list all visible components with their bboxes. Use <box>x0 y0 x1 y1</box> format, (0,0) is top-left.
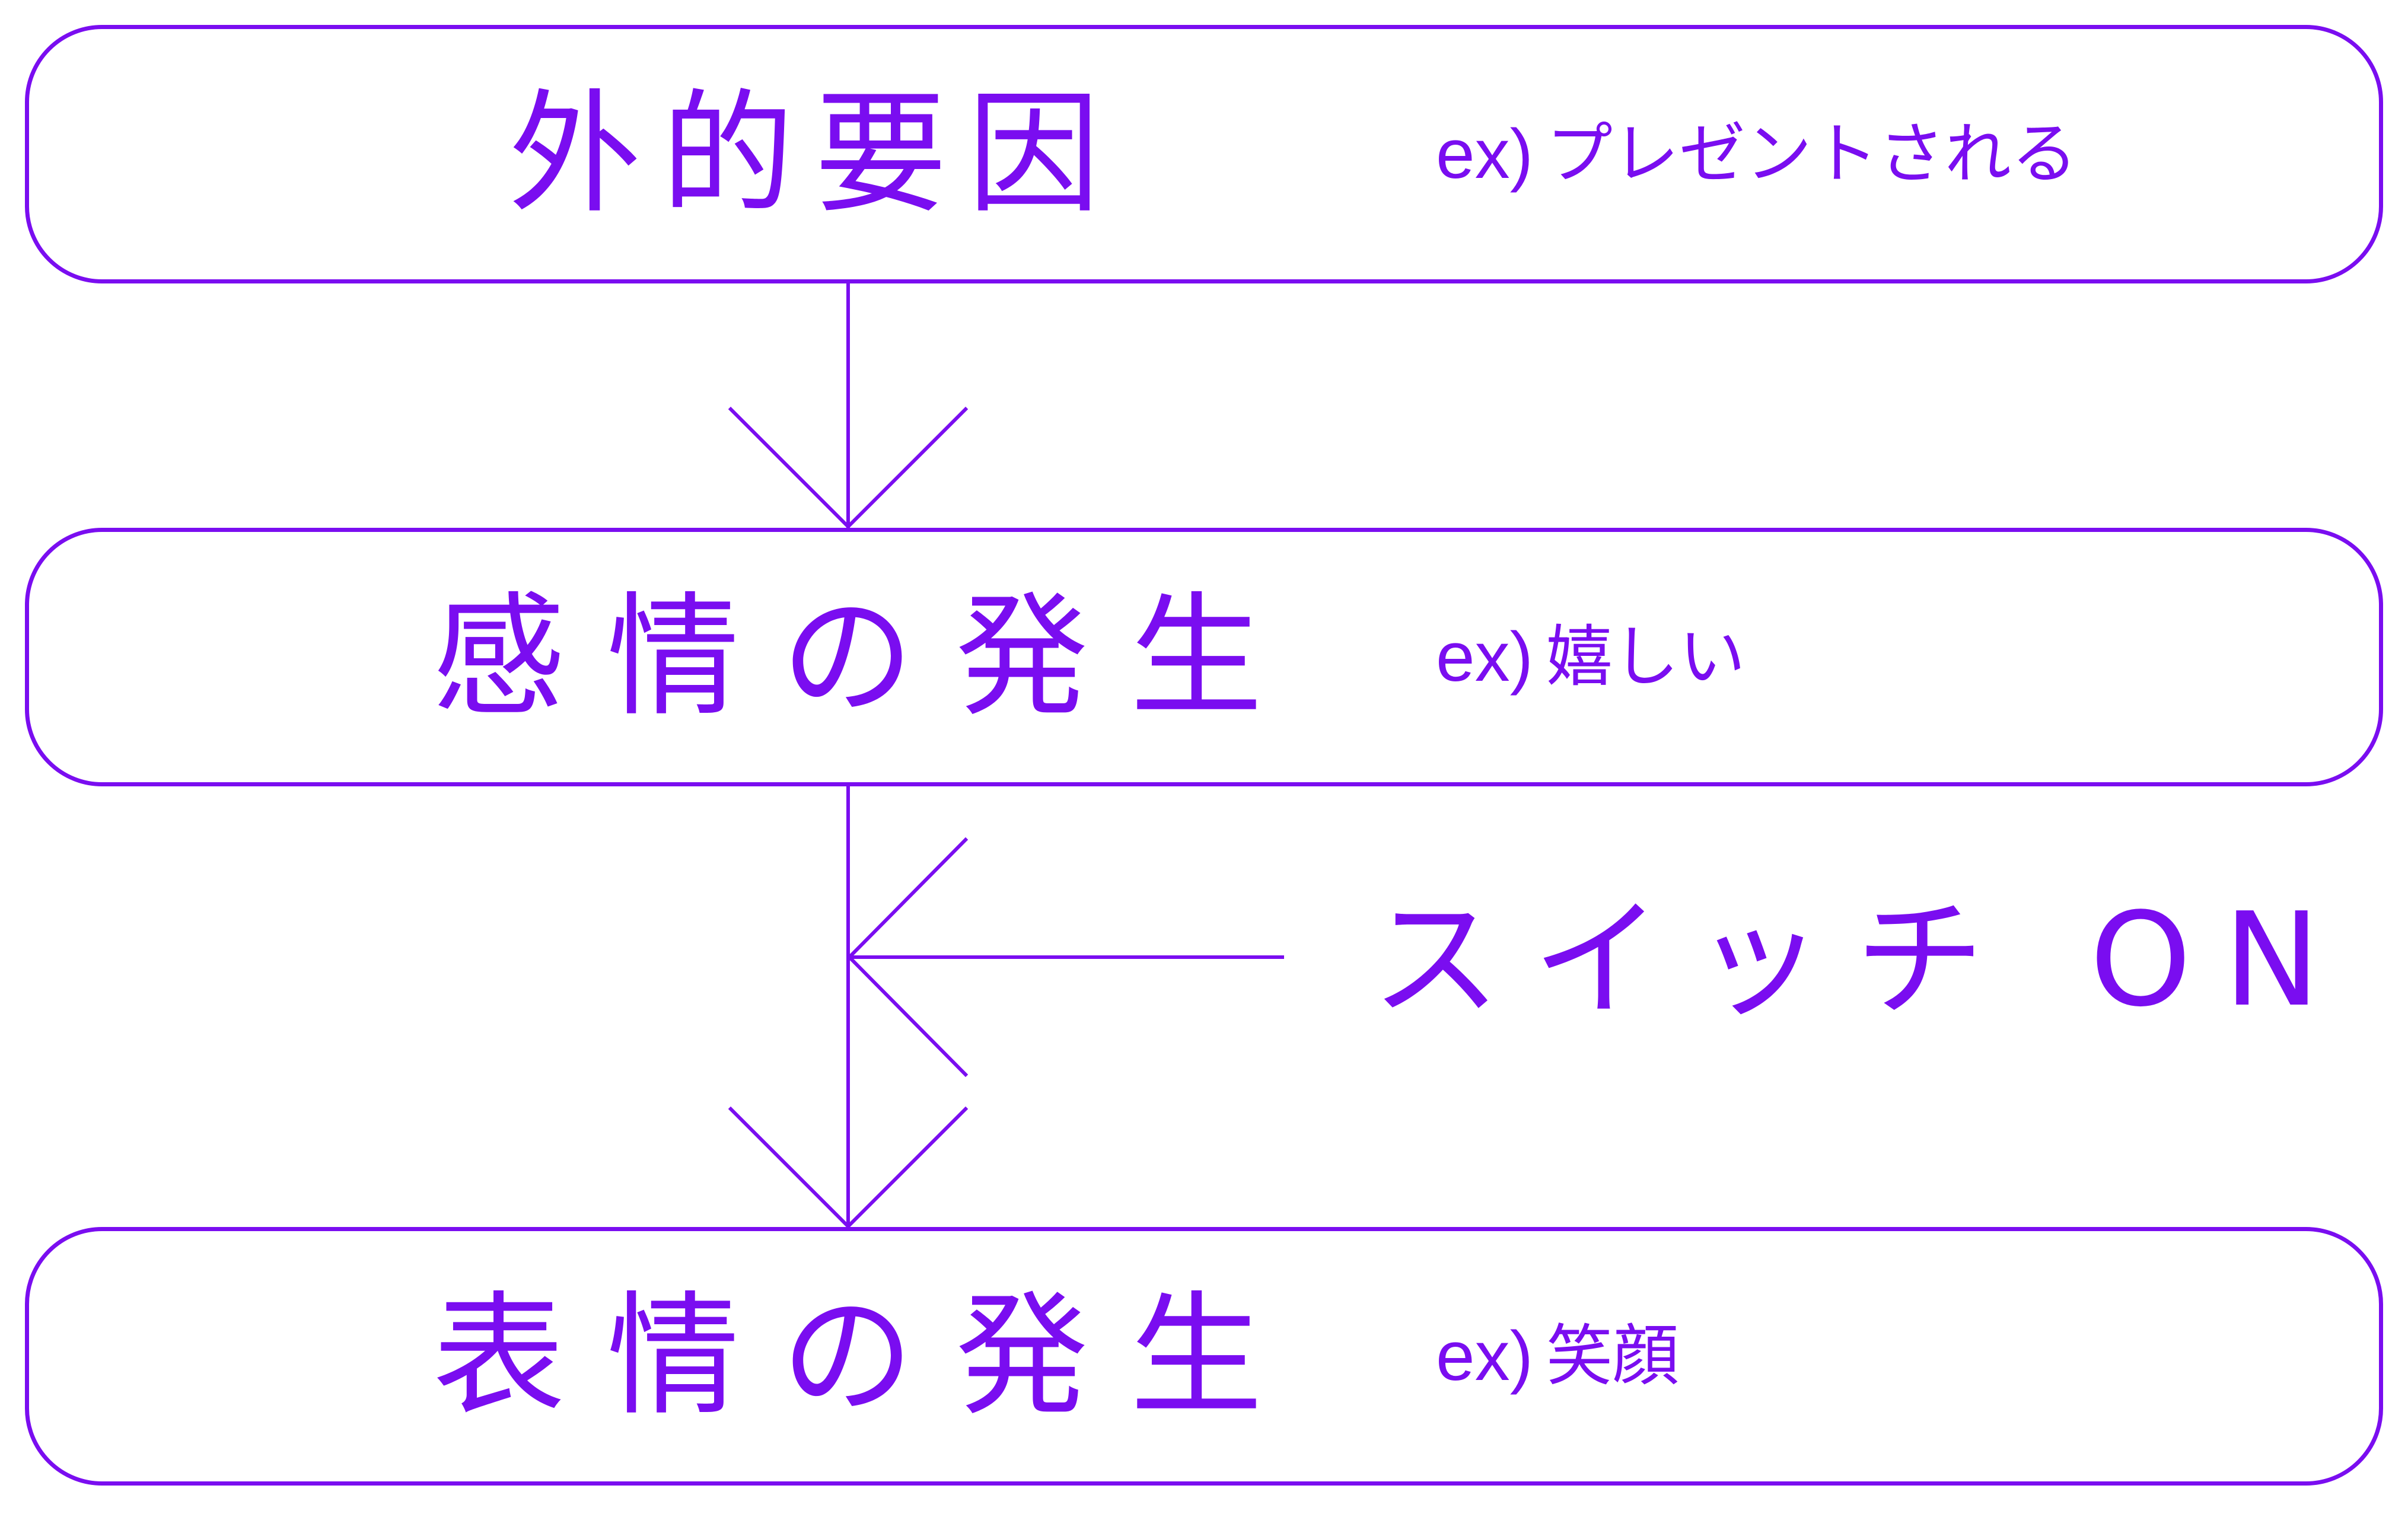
step-box-external-factor: 外的要因 ex) プレゼントされる <box>25 25 2383 283</box>
example-prefix: ex) <box>1436 115 1533 193</box>
step-box-expression: 表情の発生 ex) 笑顔 <box>25 1227 2383 1486</box>
step-example: ex) 笑顔 <box>1436 1231 1679 1481</box>
arrowhead-down-2 <box>728 1106 969 1229</box>
example-prefix: ex) <box>1436 1317 1533 1395</box>
example-text: 嬉しい <box>1546 619 1746 696</box>
step-label: 感情の発生 <box>432 579 1304 734</box>
step-example: ex) プレゼントされる <box>1436 29 2078 279</box>
example-text: プレゼントされる <box>1546 116 2078 193</box>
example-prefix: ex) <box>1436 618 1533 696</box>
switch-on-label: スイッチ ON <box>1371 885 2352 1035</box>
example-text: 笑顔 <box>1546 1318 1679 1395</box>
arrowhead-left <box>846 837 969 1078</box>
step-box-emotion: 感情の発生 ex) 嬉しい <box>25 528 2383 786</box>
step-label: 外的要因 <box>508 77 1120 231</box>
step-example: ex) 嬉しい <box>1436 532 1746 782</box>
step-label: 表情の発生 <box>432 1279 1304 1433</box>
arrowhead-down-1 <box>728 406 969 530</box>
